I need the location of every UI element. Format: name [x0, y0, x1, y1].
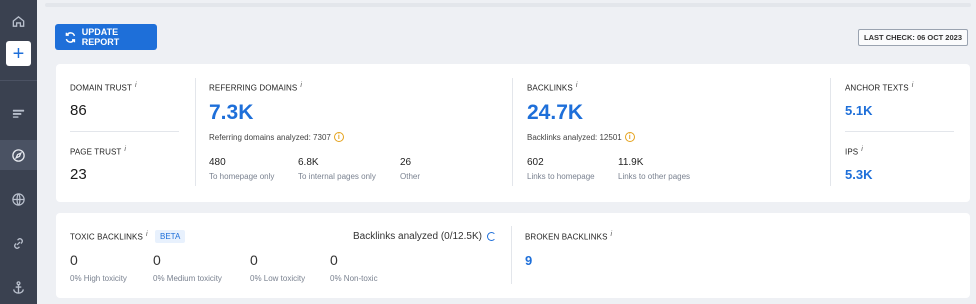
stat-value: 26: [400, 157, 412, 168]
backlinks-value[interactable]: 24.7K: [527, 101, 583, 125]
toxic-value: 0: [70, 252, 78, 268]
divider: [830, 78, 831, 186]
domain-trust-label: DOMAIN TRUST i: [70, 82, 137, 93]
update-report-label: UPDATE REPORT: [81, 27, 120, 47]
toxic-value: 0: [250, 252, 258, 268]
loading-spinner-icon: [486, 232, 496, 241]
toxic-value: 0: [153, 252, 161, 268]
sidebar-divider: [0, 80, 37, 81]
stat-label: Links to other pages: [618, 172, 691, 181]
broken-backlinks-value[interactable]: 9: [525, 253, 532, 268]
toxic-label: 0% Medium toxicity: [153, 274, 222, 283]
stat-label: To internal pages only: [298, 172, 376, 181]
info-circle-icon[interactable]: i: [333, 132, 344, 142]
info-icon: i: [575, 82, 578, 89]
referring-domains-value[interactable]: 7.3K: [209, 101, 253, 125]
stat-label: Other: [400, 172, 421, 181]
divider: [845, 131, 954, 132]
info-circle-icon[interactable]: i: [624, 132, 635, 142]
add-icon: +: [12, 42, 25, 65]
anchor-texts-value[interactable]: 5.1K: [845, 103, 872, 118]
info-icon: i: [134, 82, 137, 89]
globe-icon[interactable]: [0, 184, 37, 214]
stat-value: 6.8K: [298, 157, 319, 168]
divider: [512, 78, 513, 186]
divider: [195, 78, 196, 186]
broken-backlinks-label: BROKEN BACKLINKS i: [525, 231, 613, 242]
overview-card: [56, 64, 970, 202]
backlinks-analyzed: Backlinks analyzed: 12501 i: [527, 132, 635, 142]
info-icon: i: [124, 146, 127, 153]
ips-value[interactable]: 5.3K: [845, 167, 872, 182]
stat-label: Links to homepage: [527, 172, 595, 181]
link-icon[interactable]: [0, 228, 37, 258]
referring-domains-label: REFERRING DOMAINS i: [209, 82, 303, 93]
toxic-label: 0% High toxicity: [70, 274, 127, 283]
anchor-icon[interactable]: [0, 272, 37, 302]
stat-label: To homepage only: [209, 172, 275, 181]
stat-value: 602: [527, 157, 544, 168]
toxic-analyzed-status: Backlinks analyzed (0/12.5K): [353, 231, 496, 242]
compass-icon[interactable]: [0, 140, 37, 170]
stat-value: 480: [209, 157, 226, 168]
divider: [70, 131, 179, 132]
list-icon[interactable]: [0, 98, 37, 128]
domain-trust-value: 86: [70, 102, 87, 119]
last-check-badge: LAST CHECK: 06 OCT 2023: [858, 29, 968, 46]
sidebar: +: [0, 0, 37, 304]
info-icon: i: [300, 82, 303, 89]
referring-domains-analyzed: Referring domains analyzed: 7307 i: [209, 132, 344, 142]
top-divider: [45, 3, 971, 7]
info-icon: i: [861, 146, 863, 153]
refresh-icon: [65, 31, 76, 43]
toxic-card: [56, 213, 970, 298]
stat-value: 11.9K: [618, 157, 644, 168]
toxic-backlinks-label: TOXIC BACKLINKS i: [70, 231, 148, 242]
ips-label: IPS i: [845, 146, 863, 157]
toxic-label: 0% Non-toxic: [330, 274, 378, 283]
page-trust-value: 23: [70, 166, 87, 183]
backlinks-label: BACKLINKS i: [527, 82, 578, 93]
toxic-value: 0: [330, 252, 338, 268]
beta-badge: BETA: [155, 230, 186, 243]
update-report-button[interactable]: UPDATE REPORT: [55, 24, 157, 50]
info-icon: i: [145, 231, 148, 238]
info-icon: i: [911, 82, 914, 89]
divider: [511, 226, 512, 284]
info-icon: i: [610, 231, 613, 238]
anchor-texts-label: ANCHOR TEXTS i: [845, 82, 914, 93]
toxic-label: 0% Low toxicity: [250, 274, 306, 283]
home-icon[interactable]: [0, 6, 37, 36]
add-button[interactable]: +: [6, 41, 31, 66]
page-trust-label: PAGE TRUST i: [70, 146, 127, 157]
